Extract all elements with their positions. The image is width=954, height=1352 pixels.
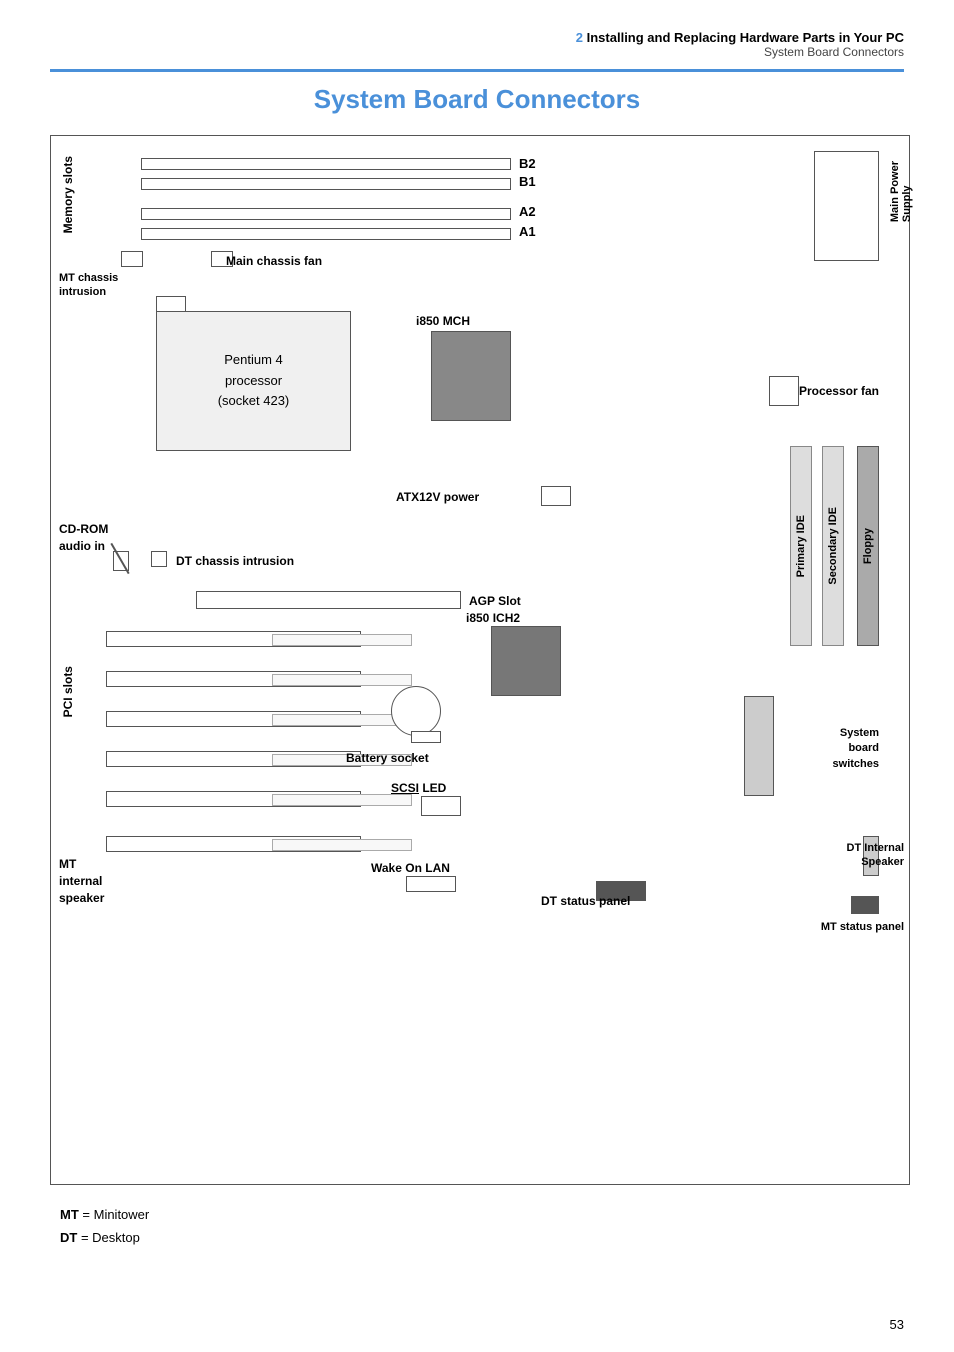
atx12v-power-box: [541, 486, 571, 506]
processor-fan-label: Processor fan: [799, 384, 879, 398]
memory-slot-a1: [141, 228, 511, 240]
i850-mch-box: [431, 331, 511, 421]
mt-speaker-label: MTinternalspeaker: [59, 856, 104, 906]
memory-slot-b1: [141, 178, 511, 190]
memory-slot-b2: [141, 158, 511, 170]
system-board-switches-box: [744, 696, 774, 796]
i850-mch-label: i850 MCH: [416, 314, 470, 328]
mt-status-panel-box: [851, 896, 879, 914]
i850-ich2-box: [491, 626, 561, 696]
pci-slot-5: [106, 791, 361, 807]
secondary-ide-label: Secondary IDE: [827, 507, 839, 585]
agp-slot-label: AGP Slot: [469, 594, 521, 608]
chapter-title: 2 Installing and Replacing Hardware Part…: [50, 30, 904, 45]
battery-socket-label: Battery socket: [346, 751, 429, 765]
pci-slot-4: [106, 751, 361, 767]
cdrom-audio-label: CD-ROMaudio in: [59, 521, 108, 555]
slot-b2-label: B2: [519, 156, 536, 171]
main-power-supply-label: Main PowerSupply: [889, 161, 909, 222]
scsi-led-label: SCSI LED: [391, 781, 446, 795]
page-header: 2 Installing and Replacing Hardware Part…: [50, 30, 904, 59]
system-board-diagram: Memory slots B2 B1 A2 A1 Main PowerSuppl…: [50, 135, 910, 1185]
processor-box: Pentium 4processor(socket 423): [156, 311, 351, 451]
memory-slots-label: Memory slots: [61, 156, 75, 233]
slot-b1-label: B1: [519, 174, 536, 189]
battery-socket-tab: [411, 731, 441, 743]
primary-ide-box: Primary IDE: [790, 446, 812, 646]
floppy-box: Floppy: [857, 446, 879, 646]
pci-slot-2: [106, 671, 361, 687]
pci-slot-1: [106, 631, 361, 647]
system-board-switches-label: Systemboardswitches: [833, 726, 879, 772]
processor-fan-box: [769, 376, 799, 406]
main-power-supply-box: [814, 151, 879, 261]
header-subtitle: System Board Connectors: [50, 45, 904, 59]
floppy-label: Floppy: [862, 528, 874, 564]
slot-a2-label: A2: [519, 204, 536, 219]
legend-dt: DT = Desktop: [60, 1226, 904, 1249]
secondary-ide-box: Secondary IDE: [822, 446, 844, 646]
battery-socket-circle: [391, 686, 441, 736]
section-title-container: System Board Connectors: [50, 69, 904, 115]
mt-speaker-inner: [272, 839, 412, 851]
page-number: 53: [890, 1317, 904, 1332]
pci-slot-1-inner: [272, 634, 412, 646]
legend-container: MT = Minitower DT = Desktop: [50, 1203, 904, 1250]
memory-slot-a2: [141, 208, 511, 220]
dt-internal-speaker-label: DT InternalSpeaker: [847, 841, 904, 870]
legend-dt-text: Desktop: [92, 1230, 140, 1245]
dt-chassis-intrusion-label: DT chassis intrusion: [176, 554, 294, 568]
section-title: System Board Connectors: [50, 84, 904, 115]
scsi-led-box: [421, 796, 461, 816]
pci-slot-5-inner: [272, 794, 412, 806]
main-chassis-fan-label: Main chassis fan: [226, 254, 322, 268]
pci-slots-label: PCI slots: [61, 666, 75, 717]
pci-slot-3: [106, 711, 361, 727]
legend-mt-text: Minitower: [94, 1207, 150, 1222]
i850-ich2-label: i850 ICH2: [466, 611, 520, 625]
mt-chassis-intrusion-box: [121, 251, 143, 267]
wake-on-lan-label: Wake On LAN: [371, 861, 450, 875]
atx12v-power-label: ATX12V power: [396, 490, 479, 504]
dt-chassis-intrusion-box: [151, 551, 167, 567]
primary-ide-label: Primary IDE: [795, 515, 807, 577]
dt-status-panel-label: DT status panel: [541, 894, 630, 908]
mt-speaker-box: [106, 836, 361, 852]
processor-label: Pentium 4processor(socket 423): [218, 350, 290, 412]
mt-status-panel-label: MT status panel: [821, 921, 904, 933]
pci-slot-2-inner: [272, 674, 412, 686]
chapter-number: 2: [576, 30, 583, 45]
slot-a1-label: A1: [519, 224, 536, 239]
mt-chassis-intrusion-label: MT chassisintrusion: [59, 271, 118, 300]
wake-on-lan-box: [406, 876, 456, 892]
agp-slot-box: [196, 591, 461, 609]
legend-mt: MT = Minitower: [60, 1203, 904, 1226]
